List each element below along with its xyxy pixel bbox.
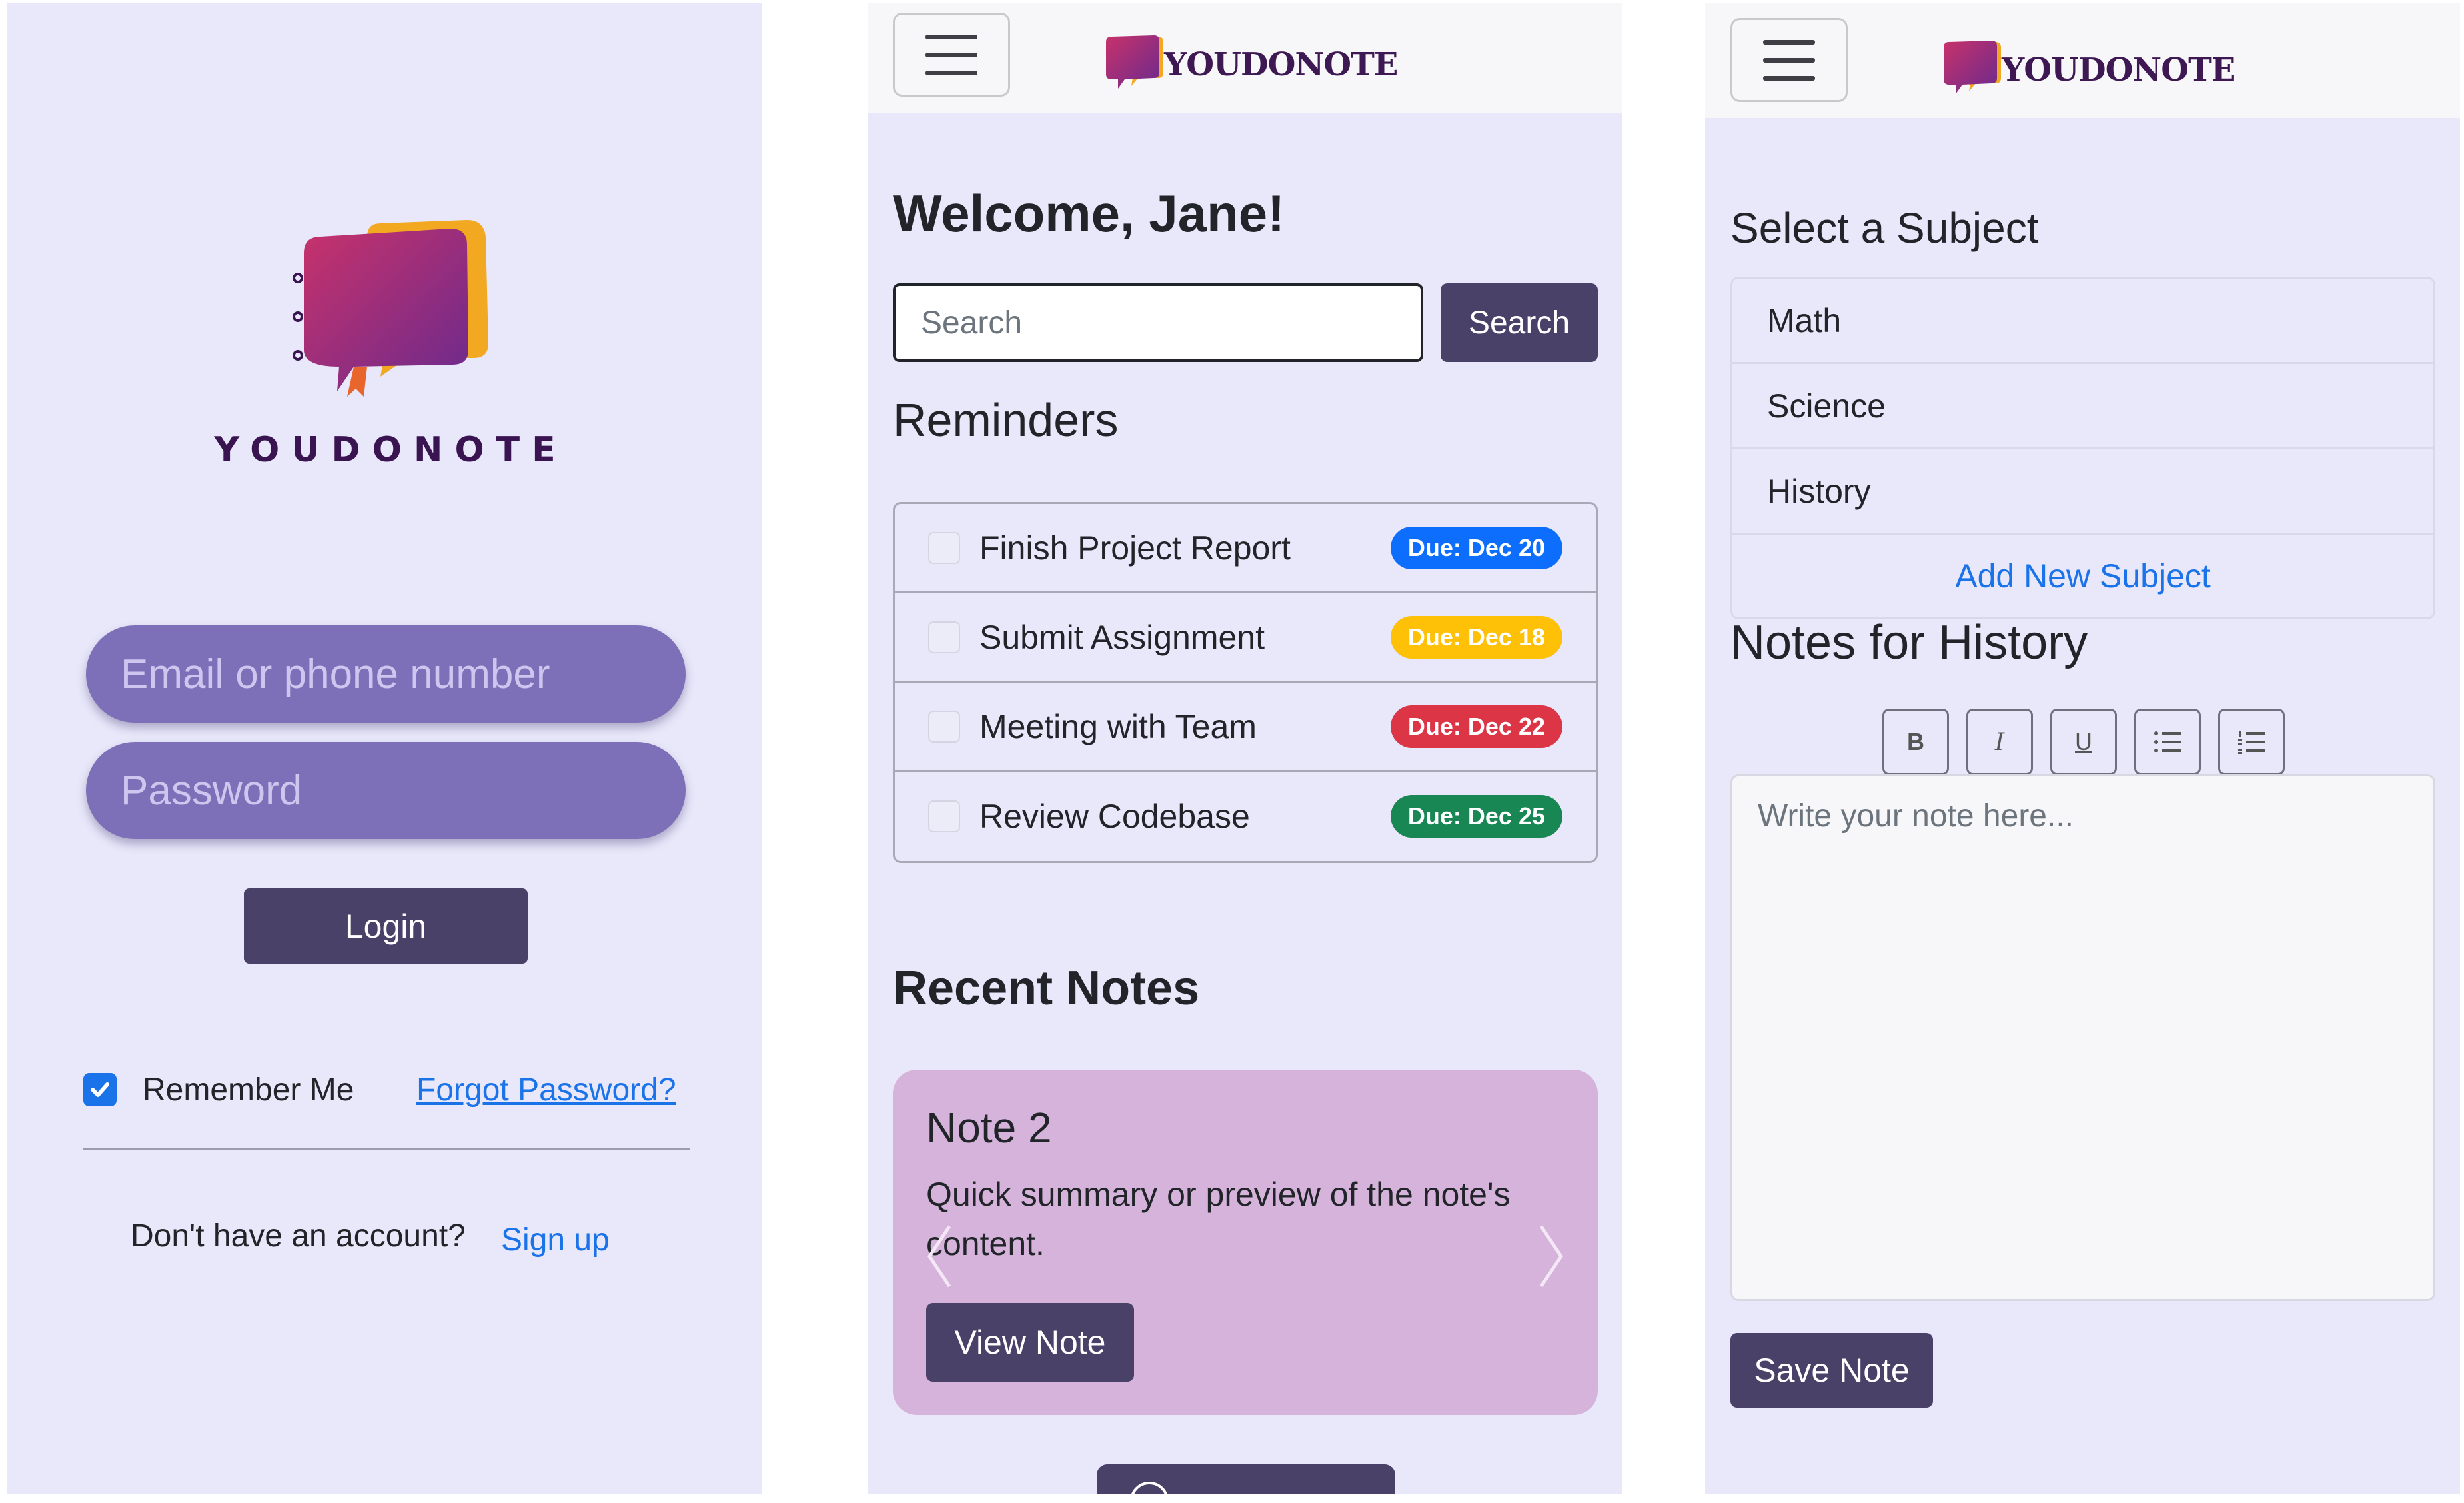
remember-me-label: Remember Me [143,1072,354,1108]
save-note-button[interactable]: Save Note [1730,1333,1933,1408]
hamburger-menu-icon[interactable] [893,13,1010,97]
email-field[interactable]: Email or phone number [86,625,686,723]
login-button[interactable]: Login [244,888,528,964]
due-badge: Due: Dec 18 [1390,615,1562,659]
reminder-title: Submit Assignment [979,618,1265,656]
checkmark-icon [91,1082,109,1097]
navbar: YOUDONOTE [868,3,1622,113]
notes-heading: Notes for History [1730,616,2088,669]
brand-logo-icon [1106,35,1163,89]
italic-button[interactable]: I [1966,709,2033,775]
subject-item-science[interactable]: Science [1732,364,2433,449]
note-editor-textarea[interactable]: Write your note here... [1730,774,2435,1301]
reminder-item: Submit Assignment Due: Dec 18 [895,593,1596,683]
view-note-button[interactable]: View Note [926,1303,1134,1382]
numbered-list-button[interactable] [2218,709,2285,775]
reminder-item: Meeting with Team Due: Dec 22 [895,683,1596,772]
numbered-list-icon [2238,731,2265,754]
search-button[interactable]: Search [1441,283,1598,362]
bold-button[interactable]: B [1882,709,1949,775]
reminder-item: Review Codebase Due: Dec 25 [895,772,1596,861]
recent-notes-heading: Recent Notes [893,962,1200,1015]
divider [83,1148,690,1150]
bullet-list-button[interactable] [2134,709,2201,775]
app-logo-icon [293,220,488,397]
brand-name: YOUDONOTE [1164,46,1398,83]
underline-button[interactable]: U [2050,709,2117,775]
plus-circle-icon [1130,1482,1169,1494]
reminder-checkbox[interactable] [928,710,960,743]
navbar: YOUDONOTE [1705,3,2460,118]
remember-me-checkbox[interactable] [83,1073,117,1106]
search-input[interactable]: Search [893,283,1423,362]
add-note-button[interactable] [1097,1464,1395,1494]
welcome-heading: Welcome, Jane! [893,184,1285,243]
due-badge: Due: Dec 25 [1390,795,1562,838]
chevron-left-icon[interactable] [920,1216,959,1296]
subject-item-math[interactable]: Math [1732,279,2433,364]
chevron-right-icon[interactable] [1531,1216,1571,1296]
brand-name: YOUDONOTE [2002,51,2235,89]
due-badge: Due: Dec 22 [1390,705,1562,748]
due-badge: Due: Dec 20 [1390,526,1562,569]
format-toolbar: B I U [1882,709,2285,775]
password-field[interactable]: Password [86,742,686,839]
hamburger-menu-icon[interactable] [1730,18,1848,102]
reminder-title: Finish Project Report [979,529,1291,567]
select-subject-heading: Select a Subject [1730,204,2039,252]
reminder-checkbox[interactable] [928,800,960,832]
reminders-list: Finish Project Report Due: Dec 20 Submit… [893,502,1598,863]
reminder-checkbox[interactable] [928,531,960,564]
dashboard-screen: YOUDONOTE Welcome, Jane! Search Search R… [868,3,1622,1494]
reminder-checkbox[interactable] [928,621,960,653]
forgot-password-link[interactable]: Forgot Password? [416,1072,676,1108]
reminder-title: Meeting with Team [979,707,1257,745]
brand-wordmark: YOUDONOTE [214,430,568,470]
note-carousel-card: Note 2 Quick summary or preview of the n… [893,1070,1598,1415]
brand-logo-icon [1944,41,2001,94]
reminders-heading: Reminders [893,394,1119,446]
reminder-item: Finish Project Report Due: Dec 20 [895,504,1596,593]
signup-link[interactable]: Sign up [501,1222,610,1258]
notes-editor-screen: YOUDONOTE Select a Subject Math Science … [1705,3,2460,1494]
bullet-list-icon [2154,731,2181,752]
login-screen: YOUDONOTE Email or phone number Password… [7,3,762,1494]
add-subject-link[interactable]: Add New Subject [1732,535,2433,617]
reminder-title: Review Codebase [979,798,1250,835]
subject-item-history[interactable]: History [1732,449,2433,535]
note-summary: Quick summary or preview of the note's c… [926,1176,1511,1262]
note-title: Note 2 [926,1104,1052,1152]
no-account-text: Don't have an account? [131,1218,466,1254]
subject-list: Math Science History Add New Subject [1730,277,2435,619]
